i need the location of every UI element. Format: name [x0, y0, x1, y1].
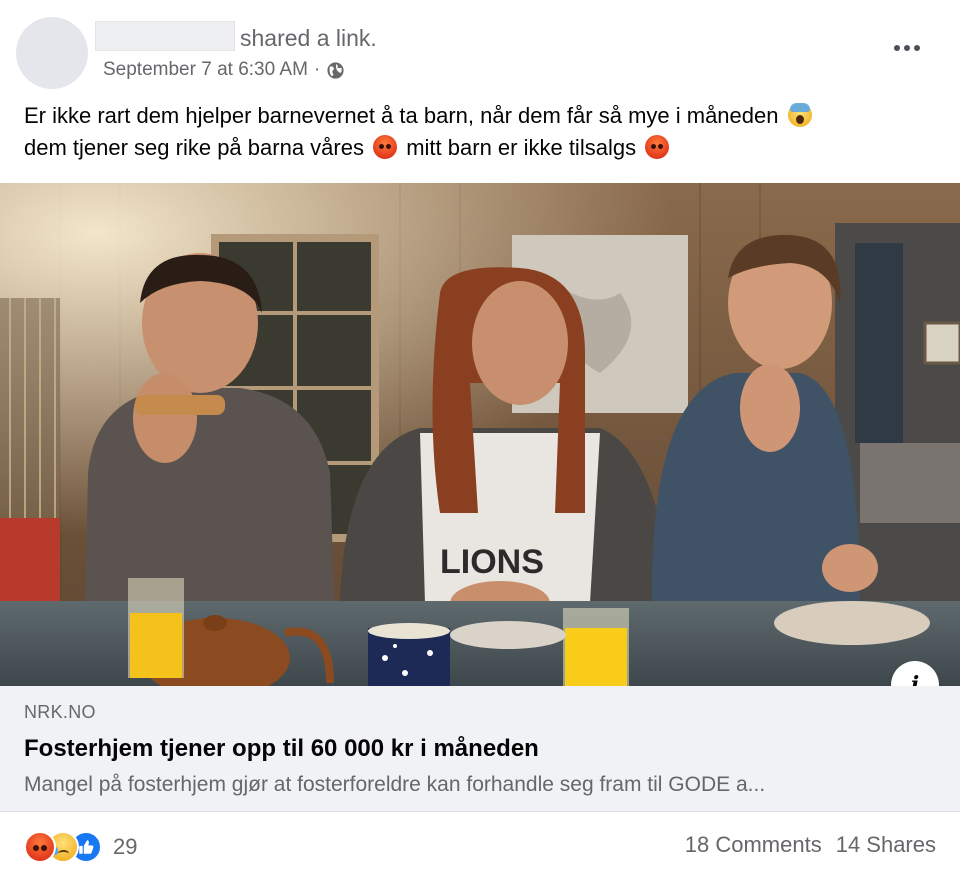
engagement-counts: 18 Comments 14 Shares [685, 832, 936, 858]
link-title[interactable]: Fosterhjem tjener opp til 60 000 kr i må… [24, 734, 539, 764]
angry-reaction-icon [24, 831, 56, 863]
post-message: Er ikke rart dem hjelper barnevernet å t… [24, 100, 944, 164]
link-description: Mangel på fosterhjem gjør at fosterforel… [24, 773, 766, 796]
reactions-summary[interactable]: 29 [24, 830, 137, 864]
comments-count[interactable]: 18 Comments [685, 832, 822, 858]
post-action-text: shared a link. [240, 25, 377, 51]
more-options-icon[interactable] [894, 37, 920, 59]
meta-separator: · [313, 59, 321, 80]
post-meta: September 7 at 6:30 AM · [103, 58, 345, 82]
photo-illustration: LIONS [0, 183, 960, 686]
post-timestamp[interactable]: September 7 at 6:30 AM [103, 58, 308, 82]
dot [914, 45, 920, 51]
globe-icon[interactable] [326, 61, 345, 80]
reaction-count: 29 [113, 834, 138, 859]
message-line-1: Er ikke rart dem hjelper barnevernet å t… [24, 100, 944, 132]
message-text: dem tjener seg rike på barna våres [24, 135, 364, 160]
link-domain: NRK.NO [24, 702, 96, 722]
message-text: mitt barn er ikke tilsalgs [406, 135, 637, 160]
shirt-text: LIONS [440, 543, 544, 581]
dot [904, 45, 910, 51]
shares-count[interactable]: 14 Shares [836, 832, 936, 858]
author-avatar[interactable] [16, 17, 88, 89]
link-preview-image[interactable]: LIONS [0, 183, 960, 686]
author-name-redacted[interactable] [95, 21, 235, 51]
message-text: Er ikke rart dem hjelper barnevernet å t… [24, 103, 779, 128]
message-line-2: dem tjener seg rike på barna våres mitt … [24, 132, 944, 164]
pouting-face-icon [373, 135, 398, 159]
face-screaming-icon [787, 103, 812, 127]
dot [894, 45, 900, 51]
link-preview-box[interactable]: NRK.NO Fosterhjem tjener opp til 60 000 … [0, 686, 960, 812]
pouting-face-icon [645, 135, 670, 159]
facebook-post: shared a link. September 7 at 6:30 AM · … [0, 0, 960, 878]
